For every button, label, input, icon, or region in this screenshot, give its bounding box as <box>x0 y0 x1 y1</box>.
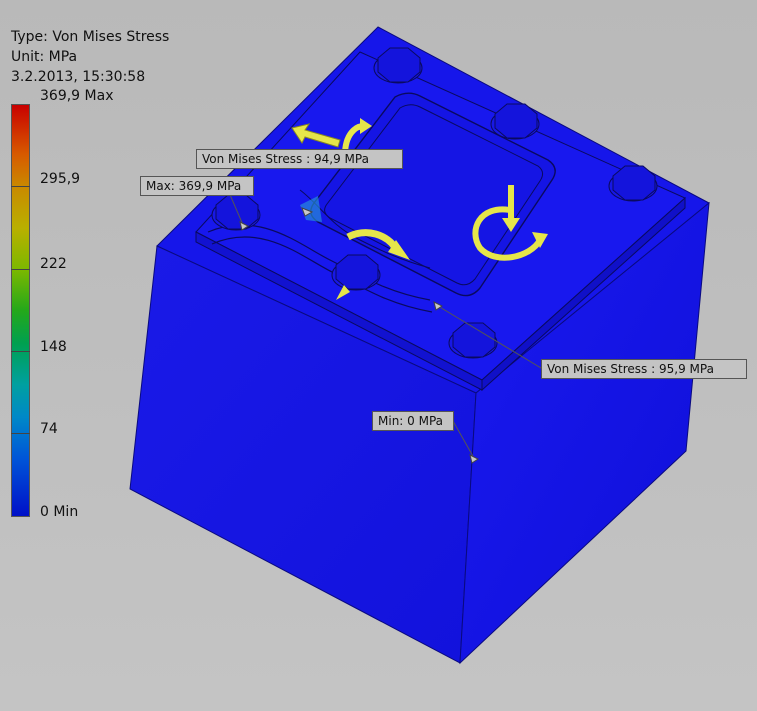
fea-model-viewport[interactable] <box>0 0 757 711</box>
probe-callout-max[interactable]: Max: 369,9 MPa <box>140 176 254 196</box>
probe-callout-stress-94-9[interactable]: Von Mises Stress : 94,9 MPa <box>196 149 403 169</box>
probe-callout-min[interactable]: Min: 0 MPa <box>372 411 454 431</box>
probe-callout-stress-95-9[interactable]: Von Mises Stress : 95,9 MPa <box>541 359 747 379</box>
